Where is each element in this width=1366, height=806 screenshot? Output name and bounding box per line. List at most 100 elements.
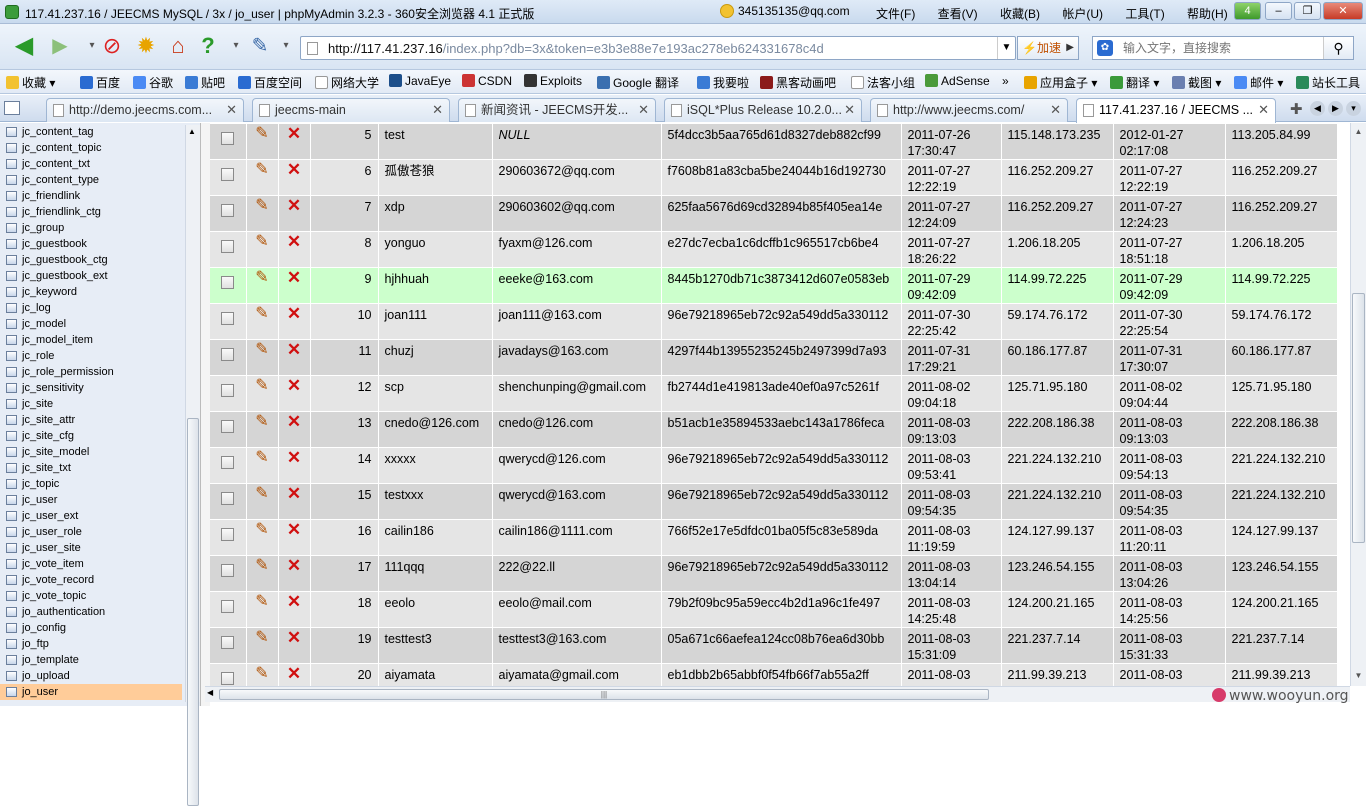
row-checkbox[interactable] [221,491,235,505]
sidebar-item-label[interactable]: jc_user_ext [22,508,78,524]
table-row[interactable]: ✎ ✕ 13 cnedo@126.com cnedo@126.com b51acb1e35… [210,411,1338,448]
scroll-up-icon[interactable]: ▲ [188,127,196,136]
row-checkbox[interactable] [221,347,235,361]
close-window-button[interactable]: ✕ [1323,2,1363,20]
tab-scroll-left-icon[interactable]: ◀ [1310,101,1325,116]
screenshot-button[interactable]: 截图 ▾ [1172,74,1221,91]
sidebar-item-label[interactable]: jc_site [22,396,53,412]
delete-x-icon[interactable]: ✕ [287,160,301,179]
sidebar-item-jc-keyword[interactable]: jc_keyword [0,284,182,300]
menu-tools[interactable]: 工具(T) [1125,7,1164,21]
sidebar-item-label[interactable]: jc_vote_record [22,572,94,588]
table-icon[interactable] [6,207,17,217]
table-icon[interactable] [6,255,17,265]
sidebar-item-jc-friendlink[interactable]: jc_friendlink [0,188,182,204]
sidebar-item-label[interactable]: jc_user_role [22,524,82,540]
delete-x-icon[interactable]: ✕ [287,376,301,395]
edit-pencil-icon[interactable]: ✎ [255,341,268,358]
table-row[interactable]: ✎ ✕ 5 test NULL 5f4dcc3b5aa765d61d8327deb882c… [210,123,1338,160]
table-icon[interactable] [6,639,17,649]
menu-account[interactable]: 帐户(U) [1062,7,1103,21]
edit-pencil-icon[interactable]: ✎ [255,377,268,394]
delete-x-icon[interactable]: ✕ [287,340,301,359]
results-scrollbar[interactable]: ▲ ▼ [1350,123,1366,686]
table-row[interactable]: ✎ ✕ 10 joan111 joan111@163.com 96e79218965eb7… [210,303,1338,340]
baidu-paw-icon[interactable]: ✿ [1097,40,1113,56]
table-icon[interactable] [6,511,17,521]
delete-x-icon[interactable]: ✕ [287,592,301,611]
table-row[interactable]: ✎ ✕ 11 chuzj javadays@163.com 4297f44b1395523… [210,339,1338,376]
minimize-button[interactable]: – [1265,2,1292,20]
sidebar-item-jo-config[interactable]: jo_config [0,620,182,636]
tab-close-icon[interactable]: ✕ [1050,99,1061,121]
delete-x-icon[interactable]: ✕ [287,664,301,683]
fav-exploits[interactable]: Exploits [524,74,582,88]
sidebar-item-jc-vote-item[interactable]: jc_vote_item [0,556,182,572]
row-checkbox[interactable] [221,311,235,325]
fav-google[interactable]: 谷歌 [133,74,173,91]
sidebar-item-label[interactable]: jc_friendlink_ctg [22,204,101,220]
delete-x-icon[interactable]: ✕ [287,232,301,251]
table-row[interactable]: ✎ ✕ 19 testtest3 testtest3@163.com 05a671c66a… [210,627,1338,664]
sidebar-item-label[interactable]: jc_site_cfg [22,428,74,444]
sidebar-item-jc-site[interactable]: jc_site [0,396,182,412]
tools-dropdown-icon[interactable]: ▾ [272,32,300,60]
fav-tieba[interactable]: 贴吧 [185,74,225,91]
maximize-button[interactable]: ❐ [1294,2,1321,20]
sidebar-item-jc-user-ext[interactable]: jc_user_ext [0,508,182,524]
table-row[interactable]: ✎ ✕ 9 hjhhuah eeeke@163.com 8445b1270db71c387… [210,267,1338,304]
tools-icon[interactable]: ✎ [246,32,274,60]
sidebar-item-label[interactable]: jc_content_txt [22,156,90,172]
table-row[interactable]: ✎ ✕ 16 cailin186 cailin186@1111.com 766f52e17… [210,519,1338,556]
sidebar-item-jc-content-type[interactable]: jc_content_type [0,172,182,188]
sidebar-item-label[interactable]: jc_guestbook_ext [22,268,108,284]
sidebar-item-jc-friendlink-ctg[interactable]: jc_friendlink_ctg [0,204,182,220]
table-icon[interactable] [6,383,17,393]
table-icon[interactable] [6,447,17,457]
edit-pencil-icon[interactable]: ✎ [255,197,268,214]
search-input[interactable] [1123,39,1319,57]
table-row[interactable]: ✎ ✕ 18 eeolo eeolo@mail.com 79b2f09bc95a59ecc… [210,591,1338,628]
sidebar-item-jc-guestbook-ctg[interactable]: jc_guestbook_ctg [0,252,182,268]
fav-hacker-anime[interactable]: 黑客动画吧 [760,74,836,91]
delete-x-icon[interactable]: ✕ [287,196,301,215]
sidebar-item-jc-content-tag[interactable]: jc_content_tag [0,124,182,140]
edit-pencil-icon[interactable]: ✎ [255,521,268,538]
sidebar-item-label[interactable]: jo_authentication [22,604,105,620]
table-icon[interactable] [6,143,17,153]
sidebar-item-jo-user[interactable]: jo_user [0,684,182,700]
horizontal-scroll-thumb[interactable]: ||| [219,689,989,700]
sidebar-item-jc-content-topic[interactable]: jc_content_topic [0,140,182,156]
table-row[interactable]: ✎ ✕ 20 aiyamata aiyamata@gmail.com eb1dbb2b65… [210,663,1338,686]
frame-splitter[interactable] [200,123,210,706]
sidebar-item-jc-topic[interactable]: jc_topic [0,476,182,492]
url-dropdown-icon[interactable]: ▼ [997,37,1015,59]
table-icon[interactable] [6,655,17,665]
sidebar-item-jc-sensitivity[interactable]: jc_sensitivity [0,380,182,396]
delete-x-icon[interactable]: ✕ [287,448,301,467]
table-icon[interactable] [6,527,17,537]
delete-x-icon[interactable]: ✕ [287,556,301,575]
delete-x-icon[interactable]: ✕ [287,628,301,647]
fav-adsense[interactable]: AdSense [925,74,990,88]
edit-pencil-icon[interactable]: ✎ [255,413,268,430]
row-checkbox[interactable] [221,671,235,685]
row-checkbox[interactable] [221,131,235,145]
row-checkbox[interactable] [221,203,235,217]
fav-google-translate[interactable]: Google 翻译 [597,74,679,91]
fav-more[interactable]: » [1002,74,1009,88]
table-icon[interactable] [6,223,17,233]
row-checkbox[interactable] [221,527,235,541]
table-row[interactable]: ✎ ✕ 8 yonguo fyaxm@126.com e27dc7ecba1c6dcffb… [210,231,1338,268]
fav-csdn[interactable]: CSDN [462,74,512,88]
table-icon[interactable] [6,431,17,441]
sidebar-item-jc-site-model[interactable]: jc_site_model [0,444,182,460]
edit-pencil-icon[interactable]: ✎ [255,665,268,682]
sidebar-item-label[interactable]: jc_content_tag [22,124,94,140]
table-icon[interactable] [6,463,17,473]
row-checkbox[interactable] [221,635,235,649]
mail-button[interactable]: 邮件 ▾ [1234,74,1283,91]
table-icon[interactable] [6,303,17,313]
sidebar-item-label[interactable]: jc_vote_item [22,556,84,572]
table-icon[interactable] [6,687,17,697]
